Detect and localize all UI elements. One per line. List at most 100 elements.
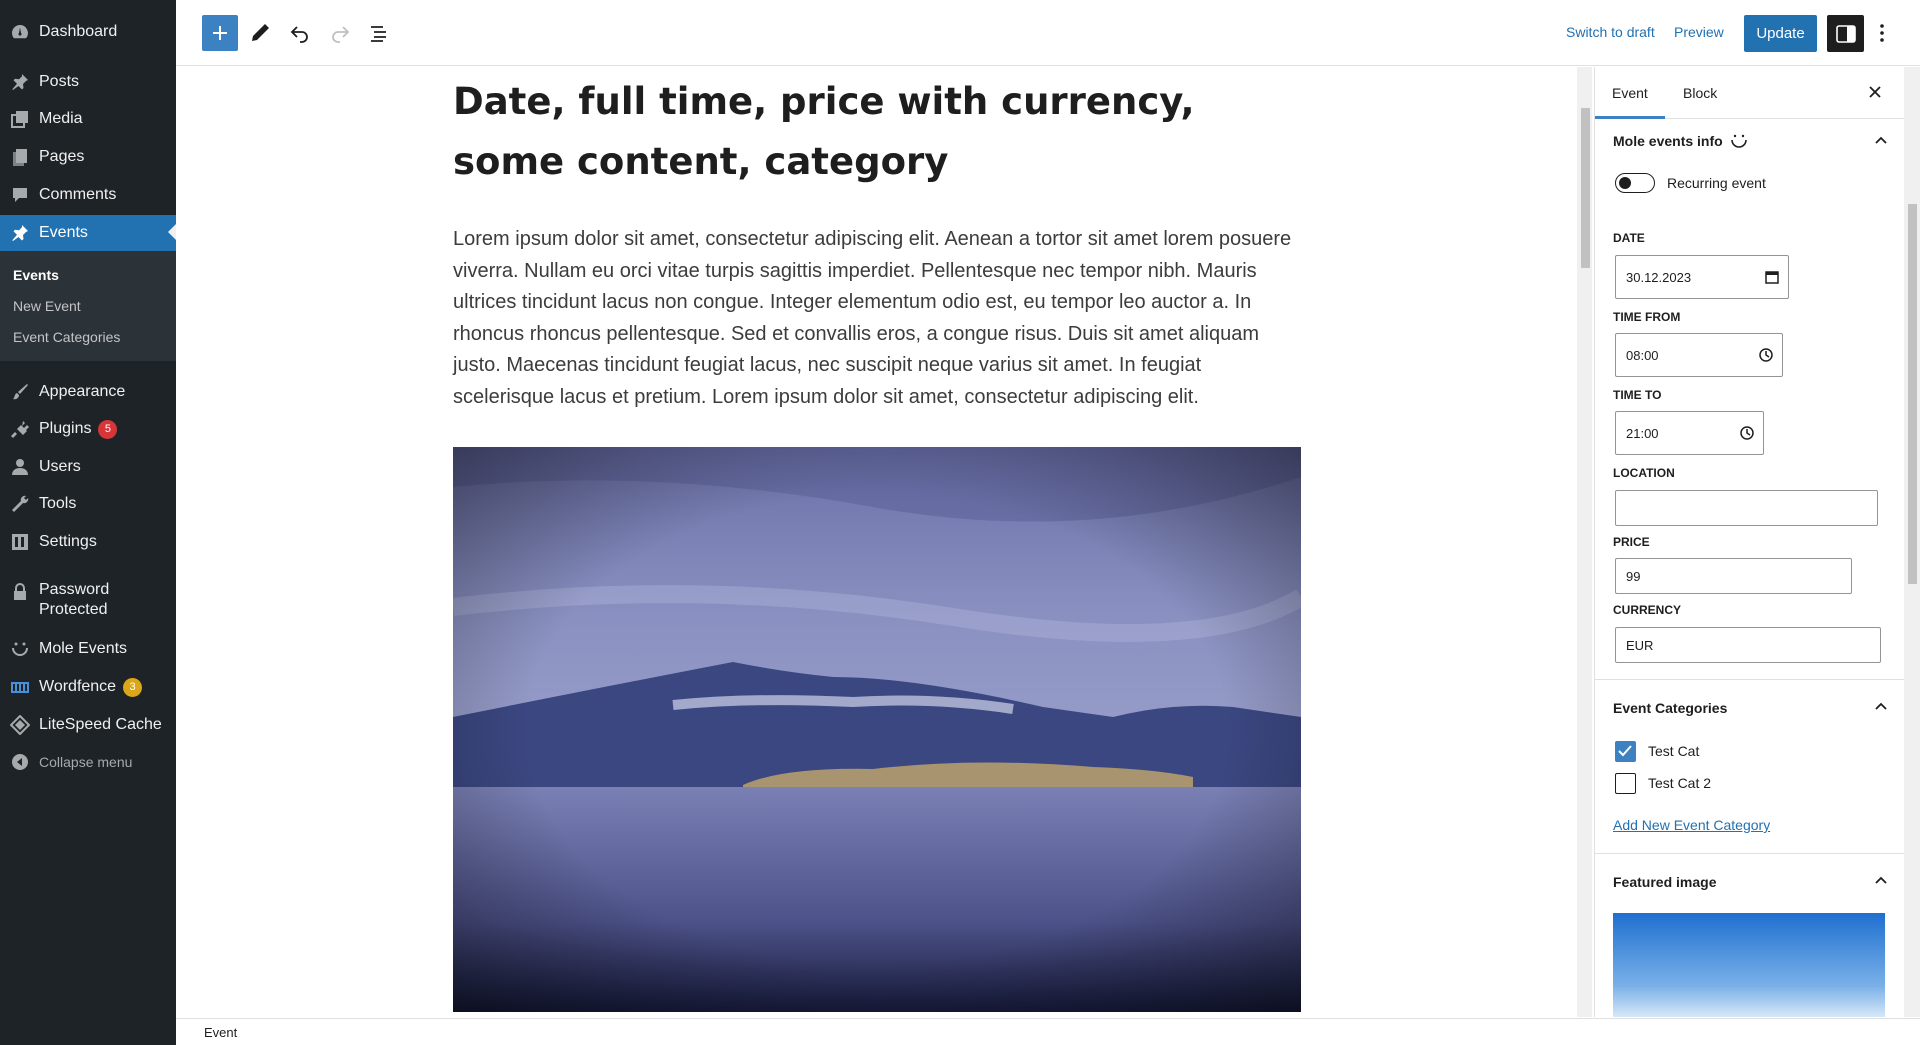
close-icon [1869, 86, 1881, 98]
menu-item-tools[interactable]: Tools [0, 487, 176, 521]
dashboard-icon [10, 22, 30, 42]
currency-input[interactable]: EUR [1615, 627, 1881, 663]
user-icon [10, 457, 30, 477]
menu-item-settings[interactable]: Settings [0, 525, 176, 559]
editor-canvas: Date, full time, price with currency, so… [176, 67, 1581, 1017]
image-block[interactable] [453, 447, 1301, 1012]
lock-icon [10, 582, 30, 602]
date-input[interactable]: 30.12.2023 [1615, 255, 1789, 299]
menu-item-litespeed-cache[interactable]: LiteSpeed Cache [0, 708, 176, 742]
menu-item-events[interactable]: Events [0, 215, 176, 251]
wordfence-badge: 3 [123, 677, 143, 697]
paragraph-block[interactable]: Lorem ipsum dolor sit amet, consectetur … [453, 224, 1303, 413]
document-overview-button[interactable] [362, 15, 398, 51]
chevron-up-icon[interactable] [1871, 871, 1891, 891]
wrench-icon [10, 494, 30, 514]
menu-label: Users [39, 458, 81, 475]
chevron-up-icon[interactable] [1871, 697, 1891, 717]
clock-icon[interactable] [1758, 347, 1774, 366]
time-to-input[interactable]: 21:00 [1615, 411, 1764, 455]
menu-label: Mole Events [39, 640, 128, 657]
update-button[interactable]: Update [1744, 15, 1817, 52]
mole-events-section-title[interactable]: Mole events info [1613, 133, 1723, 149]
settings-sidebar-toggle[interactable] [1827, 15, 1864, 52]
mole-icon [10, 639, 30, 659]
menu-item-users[interactable]: Users [0, 450, 176, 484]
menu-label: Media [39, 110, 83, 127]
breadcrumb-item[interactable]: Event [204, 1025, 237, 1040]
menu-item-wordfence[interactable]: Wordfence 3 [0, 670, 176, 704]
close-sidebar-button[interactable] [1867, 84, 1883, 105]
comment-icon [10, 185, 30, 205]
featured-image-section-title[interactable]: Featured image [1613, 874, 1716, 890]
menu-item-comments[interactable]: Comments [0, 178, 176, 212]
switch-to-draft-link[interactable]: Switch to draft [1566, 24, 1655, 40]
price-value: 99 [1626, 568, 1641, 584]
menu-label: Comments [39, 186, 117, 203]
editor-toolbar: Switch to draft Preview Update [176, 0, 1920, 66]
pencil-icon [252, 24, 269, 41]
tools-button[interactable] [242, 15, 278, 51]
event-categories-section-title[interactable]: Event Categories [1613, 700, 1727, 716]
redo-icon [332, 26, 350, 43]
settings-icon [10, 532, 30, 552]
preview-link[interactable]: Preview [1674, 24, 1724, 40]
submenu-item-new-event[interactable]: New Event [13, 298, 81, 314]
calendar-icon[interactable] [1764, 269, 1780, 288]
block-inserter-button[interactable] [202, 15, 238, 51]
category-checkbox-test-cat-2[interactable] [1615, 773, 1636, 794]
menu-item-password-protected[interactable]: Password Protected [0, 580, 176, 624]
tab-block[interactable]: Block [1683, 85, 1717, 101]
category-label: Test Cat 2 [1648, 775, 1712, 791]
more-vertical-icon [1880, 24, 1884, 42]
pages-icon [10, 147, 30, 167]
menu-item-appearance[interactable]: Appearance [0, 375, 176, 409]
redo-button[interactable] [322, 15, 358, 51]
collapse-menu-button[interactable]: Collapse menu [0, 745, 176, 779]
category-label: Test Cat [1648, 743, 1700, 759]
options-menu-button[interactable] [1870, 15, 1894, 51]
section-divider [1595, 679, 1905, 680]
recurring-event-label: Recurring event [1667, 175, 1766, 191]
time-to-value: 21:00 [1626, 425, 1659, 441]
time-from-label: TIME FROM [1613, 310, 1681, 324]
recurring-event-toggle[interactable] [1615, 173, 1655, 193]
active-tab-indicator [1595, 116, 1665, 119]
plugin-icon [10, 419, 30, 439]
menu-label: Posts [39, 73, 80, 90]
menu-item-pages[interactable]: Pages [0, 140, 176, 174]
chevron-up-icon[interactable] [1871, 131, 1891, 151]
post-title[interactable]: Date, full time, price with currency, so… [453, 72, 1253, 192]
location-input[interactable] [1615, 490, 1878, 526]
menu-label: Events [39, 224, 88, 241]
category-checkbox-test-cat[interactable] [1615, 741, 1636, 762]
submenu-item-event-categories[interactable]: Event Categories [13, 329, 120, 345]
menu-item-mole-events[interactable]: Mole Events [0, 632, 176, 666]
clock-icon[interactable] [1739, 425, 1755, 444]
menu-item-media[interactable]: Media [0, 102, 176, 136]
canvas-scrollbar[interactable] [1577, 67, 1592, 1017]
menu-item-plugins[interactable]: Plugins 5 [0, 412, 176, 446]
featured-image-preview[interactable] [1613, 913, 1885, 1017]
pin-icon [10, 72, 30, 92]
menu-label: Pages [39, 148, 85, 165]
tab-event[interactable]: Event [1612, 85, 1648, 101]
price-input[interactable]: 99 [1615, 558, 1852, 594]
menu-item-dashboard[interactable]: Dashboard [0, 15, 176, 49]
add-new-event-category-link[interactable]: Add New Event Category [1613, 817, 1770, 833]
block-breadcrumb: Event [176, 1018, 1920, 1045]
collapse-icon [10, 752, 30, 772]
submenu-item-events[interactable]: Events [13, 267, 59, 283]
location-label: LOCATION [1613, 466, 1675, 480]
sidebar-scrollbar[interactable] [1904, 67, 1920, 1017]
undo-button[interactable] [282, 15, 318, 51]
diamond-icon [10, 715, 30, 735]
settings-sidebar: Event Block Mole events info Recurring e… [1594, 67, 1920, 1017]
menu-item-posts[interactable]: Posts [0, 65, 176, 99]
time-from-input[interactable]: 08:00 [1615, 333, 1783, 377]
currency-value: EUR [1626, 637, 1654, 653]
sidebar-icon [1835, 24, 1856, 43]
menu-label: Password Protected [39, 581, 110, 618]
date-label: DATE [1613, 231, 1645, 245]
time-from-value: 08:00 [1626, 347, 1659, 363]
